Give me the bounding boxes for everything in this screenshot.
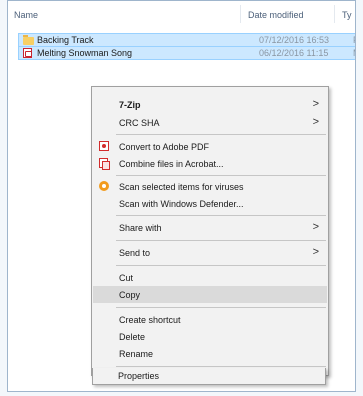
menu-separator (116, 134, 326, 135)
menu-item-label: 7-Zip (119, 100, 141, 110)
menu-item-label: Copy (119, 290, 141, 300)
pdf-icon (23, 48, 32, 58)
menu-item-label: Rename (119, 349, 154, 359)
file-row-backing-track[interactable]: Backing Track 07/12/2016 16:53 Fi (18, 33, 355, 47)
file-name: Backing Track (37, 35, 94, 45)
menu-item-scan-viruses[interactable]: Scan selected items for viruses (93, 178, 327, 195)
menu-item-label: Scan with Windows Defender... (119, 199, 244, 209)
file-name: Melting Snowman Song (37, 48, 133, 58)
menu-item-delete[interactable]: Delete (93, 328, 327, 345)
menu-item-copy[interactable]: Copy (93, 286, 327, 303)
column-header-row: Name Date modified Ty (8, 1, 355, 23)
menu-item-label: Combine files in Acrobat... (119, 159, 224, 169)
menu-item-7zip[interactable]: 7-Zip > (93, 96, 327, 113)
menu-item-label: Scan selected items for viruses (119, 182, 244, 192)
menu-separator (116, 175, 326, 176)
menu-separator (116, 215, 326, 216)
column-header-type[interactable]: Ty (342, 10, 352, 20)
folder-icon (23, 35, 34, 45)
file-row-melting-snowman-song[interactable]: Melting Snowman Song 06/12/2016 11:15 M (18, 46, 355, 60)
menu-item-rename[interactable]: Rename (93, 345, 327, 362)
column-header-date[interactable]: Date modified (248, 10, 304, 20)
acrobat-combine-icon (99, 158, 110, 170)
file-type: Fi (353, 35, 355, 45)
file-date: 07/12/2016 16:53 (259, 35, 330, 45)
chevron-right-icon: > (312, 221, 319, 233)
chevron-right-icon: > (312, 246, 319, 258)
column-header-name[interactable]: Name (14, 10, 38, 20)
antivirus-icon (99, 181, 109, 191)
menu-item-crc-sha[interactable]: CRC SHA > (93, 114, 327, 131)
acrobat-pdf-icon (99, 141, 109, 151)
file-type: M (353, 48, 355, 58)
menu-item-create-shortcut[interactable]: Create shortcut (93, 311, 327, 328)
chevron-right-icon: > (312, 116, 319, 128)
menu-item-scan-defender[interactable]: Scan with Windows Defender... (93, 195, 327, 212)
menu-separator (116, 265, 326, 266)
column-divider[interactable] (334, 5, 335, 23)
menu-item-label: CRC SHA (119, 118, 160, 128)
menu-item-label: Create shortcut (119, 315, 181, 325)
menu-item-label: Share with (119, 223, 162, 233)
file-date: 06/12/2016 11:15 (259, 48, 329, 58)
menu-item-label: Send to (119, 248, 151, 258)
context-menu: 7-Zip > CRC SHA > Convert to Adobe PDF C… (91, 86, 329, 376)
menu-item-share-with[interactable]: Share with > (93, 219, 327, 236)
menu-item-label: Cut (119, 273, 134, 283)
menu-item-combine-acrobat[interactable]: Combine files in Acrobat... (93, 155, 327, 172)
menu-separator (116, 240, 326, 241)
menu-item-convert-to-pdf[interactable]: Convert to Adobe PDF (93, 138, 327, 155)
menu-item-send-to[interactable]: Send to > (93, 244, 327, 261)
column-divider[interactable] (240, 5, 241, 23)
menu-separator (116, 307, 326, 308)
menu-item-label: Delete (119, 332, 146, 342)
menu-item-cut[interactable]: Cut (93, 269, 327, 286)
menu-item-properties[interactable]: Properties (92, 368, 326, 385)
menu-item-label: Convert to Adobe PDF (119, 142, 210, 152)
chevron-right-icon: > (312, 98, 319, 110)
menu-item-label: Properties (118, 371, 160, 381)
menu-separator (116, 366, 326, 367)
